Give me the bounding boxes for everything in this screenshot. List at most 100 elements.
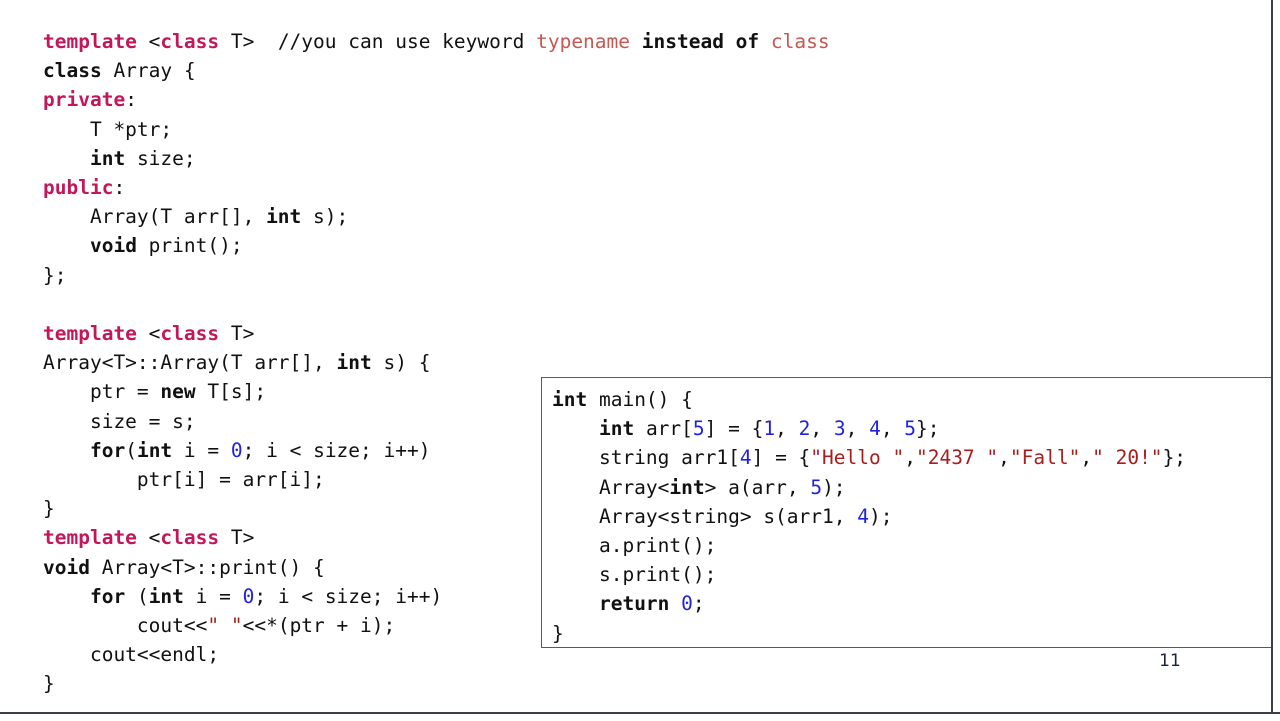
code-token: ] = { [704,417,764,441]
code-line: int arr[5] = {1, 2, 3, 4, 5}; [552,414,1186,443]
code-token: private [43,88,126,112]
code-token: s) { [371,351,431,375]
code-token: int [552,388,588,411]
code-token: Array<T>::print() { [89,555,325,579]
code-token: } [552,621,564,645]
code-token: T> [219,322,255,346]
code-token: class [770,30,830,53]
code-token: T> [219,30,278,53]
code-token: for [89,584,126,608]
code-line: public: [43,173,830,202]
code-token: }; [916,417,940,441]
code-token: ( [125,584,149,608]
code-token: a.print(); [552,534,717,558]
code-token: ( [125,438,137,462]
code-token: print(); [136,234,243,258]
code-token: < [136,526,161,550]
code-token: , [1080,446,1093,470]
code-token: }; [43,263,67,287]
code-token: "Fall" [1009,446,1081,470]
code-token: int [669,475,705,499]
code-token: class [160,30,220,53]
code-token: template [43,322,137,346]
code-token: ); [869,504,893,528]
code-token: Array { [101,59,196,83]
code-line: s.print(); [552,560,1186,589]
slide-border-bottom [0,712,1280,714]
code-token: Array<T>::Array(T arr[], [43,351,337,375]
code-line: } [43,669,830,698]
page-number: 11 [1159,651,1181,671]
code-token: void [89,234,137,258]
code-token: main() { [587,388,693,411]
code-token: class [43,59,102,83]
code-token: i = [172,438,231,462]
code-line: int main() { [552,385,1186,414]
code-token: int [148,584,184,608]
code-token: int [89,146,126,170]
code-token: " " [207,614,243,638]
code-token: 4 [857,504,869,528]
code-token: int [336,351,372,375]
code-token: class [160,526,220,550]
code-token: string arr1[ [552,446,740,470]
code-token: ] = { [751,446,811,470]
code-token: ; [692,592,705,616]
code-line: Array<T>::Array(T arr[], int s) { [43,348,830,377]
code-token: " 20!" [1092,446,1163,470]
code-line: private: [43,85,830,114]
code-token: 5 [904,417,917,441]
code-line: template <class T> [43,319,830,348]
code-token: Array<string> s(arr1, [552,504,858,528]
code-token: , [775,417,799,441]
code-token: i = [183,584,243,608]
code-token: T *ptr; [43,117,173,141]
code-line: template <class T> //you can use keyword… [43,27,830,56]
code-token: Array< [552,475,670,499]
code-token: size; [125,146,196,170]
slide-border-right [1271,0,1273,714]
code-token: 4 [739,446,752,470]
code-token: arr[ [634,417,693,441]
code-line: ​ [43,290,830,319]
code-token: ; i < size; i++) [254,584,443,608]
code-token: ; i < size; i++) [242,438,431,462]
code-token: int [598,417,635,441]
code-token: ); [822,475,846,499]
code-token: 1 [763,417,776,441]
code-token: new [160,380,196,404]
code-token: }; [1162,446,1187,470]
code-token: 0 [681,592,693,616]
code-token: //you can use keyword [277,30,537,53]
code-token: int [266,205,302,229]
code-token: cout<< [43,614,208,638]
code-line: a.print(); [552,531,1186,560]
code-token: "Hello " [810,446,905,470]
code-token: 5 [810,475,823,499]
code-token: size = s; [43,409,196,433]
code-line: void print(); [43,231,830,260]
code-token: ptr[i] = arr[i]; [43,468,325,492]
code-token: 0 [230,438,243,462]
code-line: class Array { [43,56,830,85]
code-token: typename [536,30,631,53]
code-token: for [89,438,126,462]
code-token: Array(T arr[], [43,205,267,229]
code-line: string arr1[4] = {"Hello ","2437 ","Fall… [552,443,1186,472]
main-function-code-box: int main() { int arr[5] = {1, 2, 3, 4, 5… [541,377,1272,648]
code-token: } [43,672,55,696]
code-line: T *ptr; [43,115,830,144]
code-token: template [43,526,137,550]
main-code-block: int main() { int arr[5] = {1, 2, 3, 4, 5… [552,385,1186,648]
code-token: public [43,176,114,200]
code-token: template [43,30,137,53]
code-token: instead of [641,30,760,53]
code-line: int size; [43,144,830,173]
